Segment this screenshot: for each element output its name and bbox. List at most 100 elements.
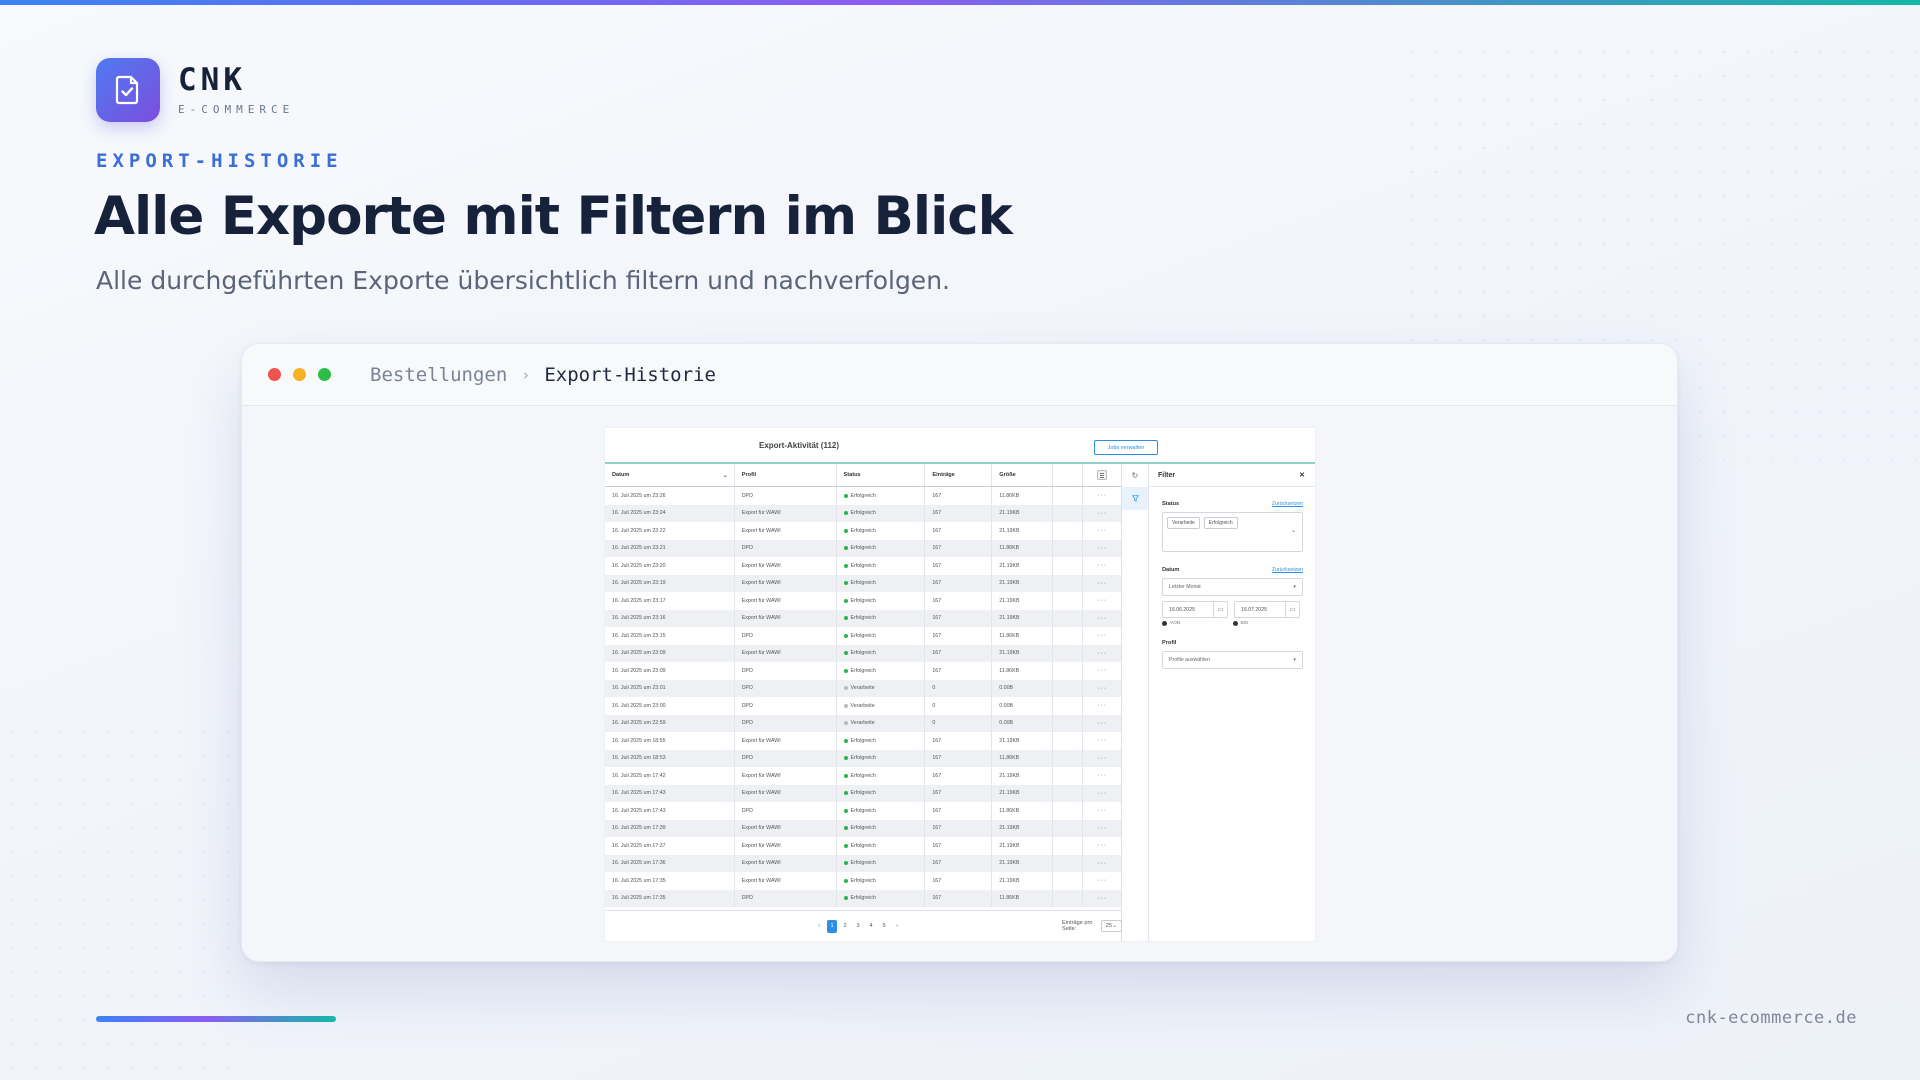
row-actions: ···	[1083, 557, 1121, 575]
table-row[interactable]: 16. Juli 2025 um 23:01 DPD Verarbeite 0 0.00…	[605, 679, 1121, 697]
cell-status: Erfolgreich	[837, 872, 926, 890]
filter-funnel-icon[interactable]	[1122, 487, 1148, 510]
row-actions: ···	[1083, 715, 1121, 733]
cell-entries: 167	[925, 644, 993, 662]
table-row[interactable]: 16. Juli 2025 um 23:09 DPD Erfolgreich 167 1…	[605, 662, 1121, 680]
row-actions: ···	[1083, 837, 1121, 855]
breadcrumb-parent[interactable]: Bestellungen	[370, 364, 507, 386]
more-actions-icon[interactable]: ···	[1097, 790, 1107, 797]
more-actions-icon[interactable]: ···	[1097, 667, 1107, 674]
column-header-date[interactable]: Datum ⌄	[605, 464, 735, 486]
table-row[interactable]: 16. Juli 2025 um 23:19 Export für WAWI Erf…	[605, 574, 1121, 592]
cell-empty	[1053, 644, 1084, 662]
table-row[interactable]: 16. Juli 2025 um 17:43 Export für WAWI Erf…	[605, 784, 1121, 802]
cell-status: Erfolgreich	[837, 557, 926, 575]
cell-profile: DPD	[735, 627, 837, 645]
window-minimize-dot[interactable]	[293, 368, 306, 381]
table-row[interactable]: 16. Juli 2025 um 23:20 Export für WAWI Erf…	[605, 557, 1121, 575]
cell-size: 21.19KB	[992, 854, 1054, 872]
table-row[interactable]: 16. Juli 2025 um 23:22 Export für WAWI Erf…	[605, 522, 1121, 540]
table-row[interactable]: 16. Juli 2025 um 17:35 Export für WAWI Erf…	[605, 872, 1121, 890]
page-button[interactable]: 2	[840, 920, 850, 933]
table-row[interactable]: 16. Juli 2025 um 18:55 Export für WAWI Erf…	[605, 732, 1121, 750]
status-multiselect[interactable]: Verarbeite Erfolgreich ⌄	[1162, 512, 1303, 552]
more-actions-icon[interactable]: ···	[1097, 650, 1107, 657]
table-row[interactable]: 16. Juli 2025 um 23:21 DPD Erfolgreich 167 1…	[605, 539, 1121, 557]
page-button[interactable]: 1	[827, 919, 837, 933]
cell-date: 16. Juli 2025 um 17:35	[605, 872, 735, 890]
cell-entries: 167	[925, 854, 993, 872]
manage-jobs-button[interactable]: Jobs verwalten	[1094, 440, 1158, 455]
profile-select[interactable]: Profile auswählen ▾	[1162, 651, 1303, 669]
calendar-icon[interactable]: ▭	[1285, 602, 1299, 617]
more-actions-icon[interactable]: ···	[1097, 527, 1107, 534]
date-reset-link[interactable]: Zurücksetzen	[1272, 567, 1303, 573]
per-page-select[interactable]: 25 ⌄	[1100, 920, 1122, 932]
more-actions-icon[interactable]: ···	[1097, 895, 1107, 902]
page-button[interactable]: 5	[879, 920, 889, 933]
date-from-input[interactable]: 16.06.2025 ▭	[1162, 601, 1228, 618]
column-settings-icon[interactable]	[1097, 470, 1108, 480]
status-dot-icon	[843, 808, 848, 813]
close-icon[interactable]: ✕	[1299, 471, 1305, 479]
table-row[interactable]: 16. Juli 2025 um 17:36 Export für WAWI Erf…	[605, 854, 1121, 872]
more-actions-icon[interactable]: ···	[1097, 510, 1107, 517]
more-actions-icon[interactable]: ···	[1097, 562, 1107, 569]
more-actions-icon[interactable]: ···	[1097, 580, 1107, 587]
more-actions-icon[interactable]: ···	[1097, 860, 1107, 867]
cell-profile: Export für WAWI	[735, 644, 837, 662]
table-row[interactable]: 16. Juli 2025 um 17:37 Export für WAWI Erf…	[605, 837, 1121, 855]
more-actions-icon[interactable]: ···	[1097, 492, 1107, 499]
table-row[interactable]: 16. Juli 2025 um 17:42 Export für WAWI Erf…	[605, 767, 1121, 785]
column-header-entries[interactable]: Einträge	[925, 464, 993, 486]
column-settings	[1083, 464, 1121, 486]
calendar-icon[interactable]: ▭	[1213, 602, 1227, 617]
table-row[interactable]: 16. Juli 2025 um 23:09 Export für WAWI Erf…	[605, 644, 1121, 662]
window-maximize-dot[interactable]	[318, 368, 331, 381]
chevron-right-icon[interactable]: ›	[892, 920, 902, 933]
chevron-left-icon[interactable]: ‹	[814, 920, 824, 933]
more-actions-icon[interactable]: ···	[1097, 685, 1107, 692]
table-row[interactable]: 16. Juli 2025 um 23:26 DPD Erfolgreich 167 1…	[605, 487, 1121, 505]
more-actions-icon[interactable]: ···	[1097, 545, 1107, 552]
page-button[interactable]: 3	[853, 920, 863, 933]
more-actions-icon[interactable]: ···	[1097, 807, 1107, 814]
column-header-size[interactable]: Größe	[992, 464, 1054, 486]
more-actions-icon[interactable]: ···	[1097, 720, 1107, 727]
table-row[interactable]: 16. Juli 2025 um 22:59 DPD Verarbeite 0 0.00…	[605, 714, 1121, 733]
more-actions-icon[interactable]: ···	[1097, 632, 1107, 639]
more-actions-icon[interactable]: ···	[1097, 825, 1107, 832]
more-actions-icon[interactable]: ···	[1097, 737, 1107, 744]
refresh-icon[interactable]: ↻	[1122, 464, 1148, 487]
more-actions-icon[interactable]: ···	[1097, 755, 1107, 762]
table-row[interactable]: 16. Juli 2025 um 23:24 Export für WAWI Erf…	[605, 504, 1121, 522]
page-button[interactable]: 4	[866, 920, 876, 933]
more-actions-icon[interactable]: ···	[1097, 615, 1107, 622]
table-row[interactable]: 16. Juli 2025 um 23:00 DPD Verarbeite 0 0.00…	[605, 697, 1121, 715]
date-range-select[interactable]: Letzter Monat ▾	[1162, 578, 1303, 596]
more-actions-icon[interactable]: ···	[1097, 597, 1107, 604]
more-actions-icon[interactable]: ···	[1097, 842, 1107, 849]
footer-url[interactable]: cnk-ecommerce.de	[1685, 1008, 1857, 1028]
cell-date: 16. Juli 2025 um 23:09	[605, 644, 735, 662]
window-close-dot[interactable]	[268, 368, 281, 381]
table-row[interactable]: 16. Juli 2025 um 23:16 Export für WAWI Erf…	[605, 609, 1121, 627]
table-row[interactable]: 16. Juli 2025 um 17:39 Export für WAWI Erf…	[605, 819, 1121, 837]
cell-empty	[1053, 504, 1084, 522]
status-chip[interactable]: Erfolgreich	[1203, 517, 1238, 529]
table-row[interactable]: 16. Juli 2025 um 17:43 DPD Erfolgreich 167 1…	[605, 802, 1121, 820]
table-row[interactable]: 16. Juli 2025 um 23:17 Export für WAWI Erf…	[605, 592, 1121, 610]
table-row[interactable]: 16. Juli 2025 um 23:15 DPD Erfolgreich 167 1…	[605, 627, 1121, 645]
table-row[interactable]: 16. Juli 2025 um 17:35 DPD Erfolgreich 167 1…	[605, 889, 1121, 907]
date-to-input[interactable]: 16.07.2025 ▭	[1234, 601, 1300, 618]
column-header-status[interactable]: Status	[837, 464, 926, 486]
table-row[interactable]: 16. Juli 2025 um 18:53 DPD Erfolgreich 167 1…	[605, 749, 1121, 767]
more-actions-icon[interactable]: ···	[1097, 702, 1107, 709]
cell-date: 16. Juli 2025 um 23:26	[605, 487, 735, 505]
status-reset-link[interactable]: Zurücksetzen	[1272, 501, 1303, 507]
status-chip[interactable]: Verarbeite	[1167, 517, 1200, 529]
column-header-profile[interactable]: Profil	[735, 464, 837, 486]
cell-size: 21.19KB	[992, 592, 1054, 610]
more-actions-icon[interactable]: ···	[1097, 772, 1107, 779]
more-actions-icon[interactable]: ···	[1097, 877, 1107, 884]
